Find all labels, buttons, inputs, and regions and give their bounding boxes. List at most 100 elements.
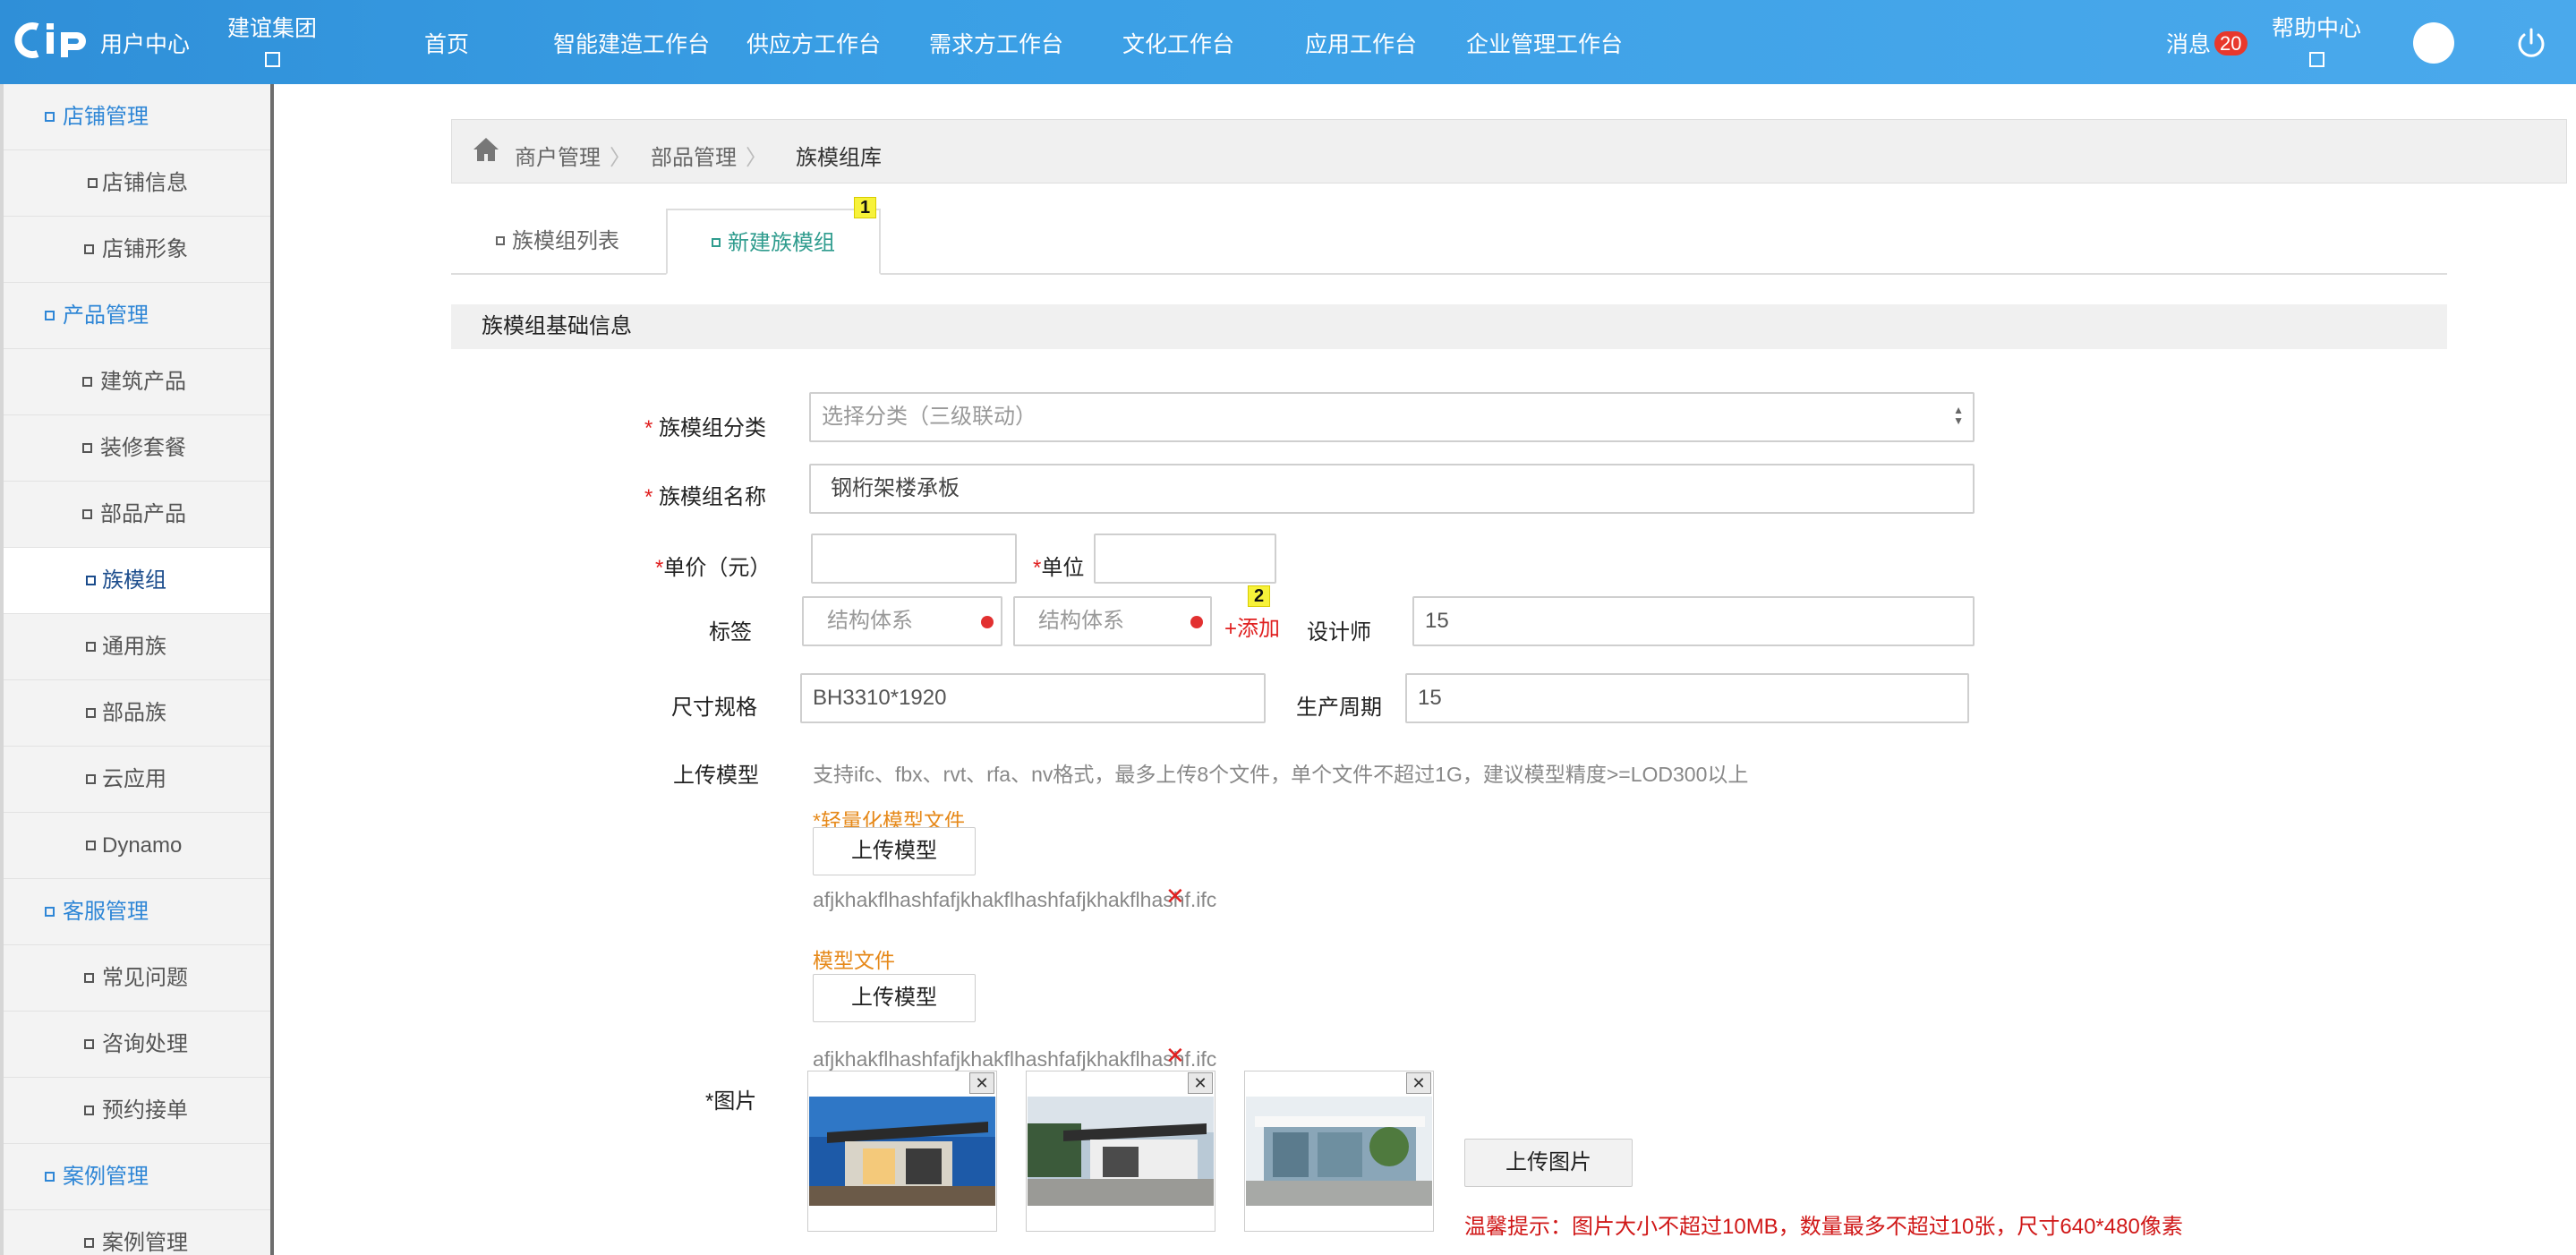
sidebar-item-building-products[interactable]: 建筑产品 [4,349,270,415]
messages-link[interactable]: 消息 20 [2166,27,2248,59]
cycle-input[interactable]: 15 [1405,673,1969,723]
cycle-label: 生产周期 [1296,696,1382,720]
add-tag-button[interactable]: +添加 [1224,610,1280,642]
sidebar-item-shop-info[interactable]: 店铺信息 [4,150,270,217]
sidebar-item-label: 云应用 [102,767,166,791]
tab-new-module[interactable]: 新建族模组 [666,209,881,275]
sidebar-item-label: 客服管理 [63,900,149,924]
upload-light-model-button[interactable]: 上传模型 [813,827,976,875]
sidebar: 店铺管理 店铺信息 店铺形象 产品管理 建筑产品 装修套餐 部品产品 族模组 通… [0,84,274,1255]
group-name: 建谊集团 [227,16,318,41]
tag-label: 标签 [709,620,752,645]
building-photo [1246,1097,1432,1206]
sidebar-group-shop[interactable]: 店铺管理 [4,84,270,150]
bullet-icon [496,236,505,245]
sidebar-item-label: 产品管理 [63,303,149,328]
sidebar-item-shop-image[interactable]: 店铺形象 [4,217,270,283]
name-input[interactable]: 钢桁架楼承板 [809,464,1975,514]
select-arrows-icon: ▲ ▼ [1953,404,1964,427]
close-icon[interactable]: ✕ [969,1072,994,1094]
bullet-icon [45,1172,55,1182]
nav-enterprise[interactable]: 企业管理工作台 [1466,27,1623,59]
top-navigation-bar: 用户中心 建谊集团 首页 智能建造工作台 供应方工作台 需求方工作台 文化工作台… [0,0,2576,84]
sidebar-item-label: 预约接单 [102,1098,188,1123]
help-center-link[interactable]: 帮助中心 [2272,11,2361,67]
breadcrumb-separator-icon: 〉 [610,146,631,170]
sidebar-item-dynamo[interactable]: Dynamo [4,813,270,879]
sidebar-group-cases[interactable]: 案例管理 [4,1144,270,1210]
nav-home[interactable]: 首页 [424,27,469,59]
sidebar-item-label: 店铺形象 [102,237,188,261]
sidebar-item-label: 店铺信息 [102,171,188,195]
messages-label: 消息 [2166,32,2212,57]
unit-input[interactable] [1094,534,1276,584]
upload-model-file-button[interactable]: 上传模型 [813,974,976,1022]
sidebar-item-label: 店铺管理 [63,105,149,129]
clear-tag-icon[interactable] [1190,616,1203,628]
nav-application[interactable]: 应用工作台 [1305,27,1417,59]
tab-label: 新建族模组 [728,231,835,255]
sidebar-item-general-family[interactable]: 通用族 [4,614,270,680]
close-icon[interactable]: ✕ [1188,1072,1213,1094]
upload-model-label: 上传模型 [673,764,759,788]
designer-label: 设计师 [1307,620,1371,645]
category-select[interactable]: 选择分类（三级联动） ▲ ▼ [809,392,1975,442]
nav-culture[interactable]: 文化工作台 [1122,27,1234,59]
sidebar-item-family-modules[interactable]: 族模组 [4,548,270,614]
sidebar-group-customer-service[interactable]: 客服管理 [4,879,270,945]
nav-demander[interactable]: 需求方工作台 [929,27,1063,59]
image-thumbnail[interactable]: ✕ [807,1071,997,1232]
sidebar-item-label: 常见问题 [102,966,188,990]
sidebar-item-label: 部品族 [102,701,166,725]
image-thumbnail[interactable]: ✕ [1026,1071,1215,1232]
remove-file-icon[interactable]: ✕ [1165,883,1185,910]
sidebar-item-appointments[interactable]: 预约接单 [4,1078,270,1144]
sidebar-item-label: 咨询处理 [102,1032,188,1056]
close-icon[interactable]: ✕ [1406,1072,1431,1094]
image-thumbnail[interactable]: ✕ [1244,1071,1434,1232]
sidebar-item-label: 建筑产品 [100,370,186,394]
price-input[interactable] [811,534,1017,584]
breadcrumb: 商户管理 〉 部品管理 〉 族模组库 [451,119,2567,184]
clear-tag-icon[interactable] [981,616,994,628]
breadcrumb-item[interactable]: 部品管理 [651,140,737,171]
tag-value: 结构体系 [827,609,913,633]
sidebar-item-decoration-packages[interactable]: 装修套餐 [4,415,270,482]
user-center-title: 用户中心 [100,32,191,57]
bullet-icon [82,443,92,453]
house-photo [1028,1097,1214,1206]
sidebar-item-faq[interactable]: 常见问题 [4,945,270,1012]
size-label: 尺寸规格 [671,696,757,720]
image-warning-text: 温馨提示：图片大小不超过10MB，数量最多不超过10张，尺寸640*480像素 [1464,1215,2183,1239]
sidebar-item-cloud-apps[interactable]: 云应用 [4,747,270,813]
cip-logo[interactable] [13,20,93,61]
breadcrumb-item[interactable]: 商户管理 [515,140,601,171]
sidebar-item-label: 装修套餐 [100,436,186,460]
sidebar-item-consultation[interactable]: 咨询处理 [4,1012,270,1078]
group-selector[interactable]: 建谊集团 [227,11,317,67]
home-icon[interactable] [472,136,500,163]
nav-supplier[interactable]: 供应方工作台 [746,27,881,59]
power-icon[interactable] [2513,25,2549,61]
bullet-icon [84,244,94,254]
annotation-marker-2: 2 [1248,585,1271,607]
unit-label: *单位 [1033,556,1085,580]
upload-image-button[interactable]: 上传图片 [1464,1139,1633,1187]
sidebar-item-component-products[interactable]: 部品产品 [4,482,270,548]
size-input[interactable]: BH3310*1920 [800,673,1266,723]
bullet-icon [86,642,96,652]
tag-input-2[interactable]: 结构体系 [1013,596,1212,646]
sidebar-item-component-family[interactable]: 部品族 [4,680,270,747]
avatar[interactable] [2413,22,2454,64]
designer-input[interactable]: 15 [1412,596,1975,646]
bullet-icon [86,576,96,585]
breadcrumb-separator-icon: 〉 [746,146,767,170]
nav-smart-construction[interactable]: 智能建造工作台 [553,27,710,59]
tag-input-1[interactable]: 结构体系 [802,596,1002,646]
remove-file-icon[interactable]: ✕ [1165,1042,1185,1070]
tab-module-list[interactable]: 族模组列表 [496,209,619,275]
bullet-icon [45,907,55,917]
tag-value: 结构体系 [1038,609,1124,633]
sidebar-item-case-management[interactable]: 案例管理 [4,1210,270,1255]
sidebar-group-products[interactable]: 产品管理 [4,283,270,349]
